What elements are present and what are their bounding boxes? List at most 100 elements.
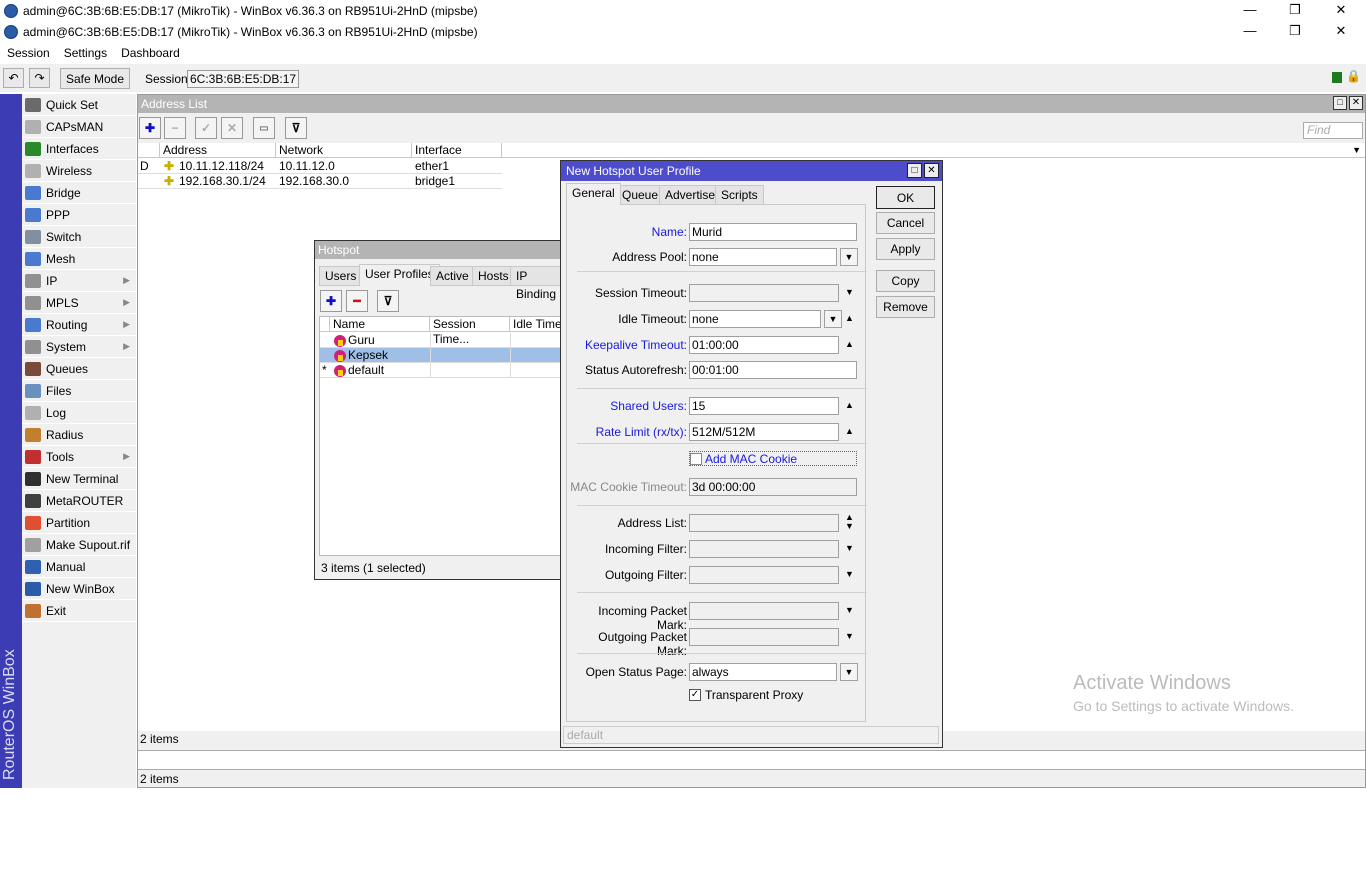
sidebar-item-bridge[interactable]: Bridge — [22, 182, 136, 204]
tab-scripts[interactable]: Scripts — [715, 185, 764, 205]
close-icon[interactable]: ✕ — [924, 163, 939, 178]
column-session-timeout[interactable]: Session Time... — [430, 317, 510, 346]
apply-button[interactable]: Apply — [876, 238, 935, 260]
cancel-button[interactable]: Cancel — [876, 212, 935, 234]
shared-users-input[interactable]: 15 — [689, 397, 839, 415]
column-idle-timeout[interactable]: Idle Timeo — [510, 317, 566, 332]
sidebar-item-interfaces[interactable]: Interfaces — [22, 138, 136, 160]
tab-ip-binding[interactable]: IP Binding — [510, 266, 565, 301]
undo-button[interactable]: ↶ — [3, 68, 24, 88]
table-row[interactable]: ✚ 192.168.30.1/24 192.168.30.0 bridge1 — [138, 174, 502, 189]
restore-icon[interactable]: ❐ — [1285, 23, 1305, 39]
ok-button[interactable]: OK — [876, 186, 935, 209]
sidebar-item-mesh[interactable]: Mesh — [22, 248, 136, 270]
column-name[interactable]: Name — [330, 317, 430, 332]
sidebar-item-system[interactable]: System ▶ — [22, 336, 136, 358]
outgoing-packet-mark-input[interactable] — [689, 628, 839, 646]
safe-mode-button[interactable]: Safe Mode — [60, 68, 130, 89]
idle-timeout-input[interactable]: none — [689, 310, 821, 328]
name-input[interactable]: Murid — [689, 223, 857, 241]
expand-arrow-icon[interactable]: ▼ — [845, 543, 854, 553]
sidebar-item-exit[interactable]: Exit — [22, 600, 136, 622]
tab-queue[interactable]: Queue — [616, 185, 665, 205]
remove-button[interactable]: ━ — [346, 290, 368, 312]
sidebar-item-log[interactable]: Log — [22, 402, 136, 424]
table-row[interactable]: Kepsek — [320, 348, 566, 363]
close-icon[interactable]: ✕ — [1349, 96, 1363, 110]
remove-button[interactable]: − — [164, 117, 186, 139]
sidebar-item-radius[interactable]: Radius — [22, 424, 136, 446]
sidebar-item-make-supout-rif[interactable]: Make Supout.rif — [22, 534, 136, 556]
column-address[interactable]: Address — [160, 143, 276, 158]
sidebar-item-routing[interactable]: Routing ▶ — [22, 314, 136, 336]
collapse-arrow-icon[interactable]: ▲ — [845, 426, 854, 436]
open-status-page-input[interactable]: always — [689, 663, 837, 681]
tab-hosts[interactable]: Hosts — [472, 266, 515, 286]
sidebar-item-ip[interactable]: IP ▶ — [22, 270, 136, 292]
enable-button[interactable]: ✓ — [195, 117, 217, 139]
sidebar-item-partition[interactable]: Partition — [22, 512, 136, 534]
filter-button[interactable]: ⊽ — [377, 290, 399, 312]
close-icon[interactable]: ✕ — [1331, 23, 1351, 39]
menu-dashboard[interactable]: Dashboard — [121, 46, 180, 60]
address-pool-input[interactable]: none — [689, 248, 837, 266]
sidebar-item-manual[interactable]: Manual — [22, 556, 136, 578]
sidebar-item-switch[interactable]: Switch — [22, 226, 136, 248]
sidebar-item-new-terminal[interactable]: New Terminal — [22, 468, 136, 490]
table-row[interactable]: Guru — [320, 333, 566, 348]
sidebar-item-queues[interactable]: Queues — [22, 358, 136, 380]
incoming-packet-mark-input[interactable] — [689, 602, 839, 620]
collapse-arrow-icon[interactable]: ▲ — [845, 339, 854, 349]
sidebar-item-ppp[interactable]: PPP — [22, 204, 136, 226]
menu-session[interactable]: Session — [7, 46, 50, 60]
close-icon[interactable]: ✕ — [1331, 2, 1351, 18]
collapse-arrow-icon[interactable]: ▲ — [845, 400, 854, 410]
minimize-icon[interactable]: — — [1240, 23, 1260, 38]
tab-general[interactable]: General — [566, 183, 621, 205]
table-row[interactable]: D ✚ 10.11.12.118/24 10.11.12.0 ether1 — [138, 159, 502, 174]
comment-button[interactable]: ▭ — [253, 117, 275, 139]
session-timeout-input[interactable] — [689, 284, 839, 302]
sidebar-item-mpls[interactable]: MPLS ▶ — [22, 292, 136, 314]
redo-button[interactable]: ↷ — [29, 68, 50, 88]
maximize-icon[interactable]: □ — [907, 163, 922, 178]
maximize-icon[interactable]: □ — [1333, 96, 1347, 110]
menu-settings[interactable]: Settings — [64, 46, 107, 60]
tab-advertise[interactable]: Advertise — [659, 185, 722, 205]
tab-users[interactable]: Users — [319, 266, 363, 286]
restore-icon[interactable]: ❐ — [1285, 2, 1305, 18]
dropdown-button-icon[interactable]: ▼ — [824, 310, 842, 328]
sidebar-item-tools[interactable]: Tools ▶ — [22, 446, 136, 468]
copy-button[interactable]: Copy — [876, 270, 935, 292]
add-button[interactable]: ✚ — [139, 117, 161, 139]
address-list-input[interactable] — [689, 514, 839, 532]
find-input[interactable]: Find — [1303, 122, 1363, 139]
sidebar-item-wireless[interactable]: Wireless — [22, 160, 136, 182]
column-menu-icon[interactable]: ▼ — [1352, 143, 1361, 158]
disable-button[interactable]: ✕ — [221, 117, 243, 139]
keepalive-timeout-input[interactable]: 01:00:00 — [689, 336, 839, 354]
mac-cookie-timeout-input[interactable]: 3d 00:00:00 — [689, 478, 857, 496]
dropdown-button-icon[interactable]: ▼ — [840, 248, 858, 266]
status-autorefresh-input[interactable]: 00:01:00 — [689, 361, 857, 379]
tab-user-profiles[interactable]: User Profiles — [359, 264, 440, 286]
sidebar-item-quick-set[interactable]: Quick Set — [22, 94, 136, 116]
updown-arrow-icon[interactable]: ▲ ▼ — [845, 513, 854, 531]
add-mac-cookie-checkbox[interactable]: Add MAC Cookie — [689, 451, 857, 466]
column-network[interactable]: Network — [276, 143, 412, 158]
tab-active[interactable]: Active — [430, 266, 475, 286]
expand-arrow-icon[interactable]: ▼ — [845, 569, 854, 579]
filter-button[interactable]: ⊽ — [285, 117, 307, 139]
add-button[interactable]: ✚ — [320, 290, 342, 312]
sidebar-item-capsman[interactable]: CAPsMAN — [22, 116, 136, 138]
table-row[interactable]: * default — [320, 363, 566, 378]
column-interface[interactable]: Interface — [412, 143, 502, 158]
transparent-proxy-checkbox[interactable]: ✓ Transparent Proxy — [689, 688, 857, 703]
sidebar-item-metarouter[interactable]: MetaROUTER — [22, 490, 136, 512]
expand-arrow-icon[interactable]: ▼ — [845, 631, 854, 641]
minimize-icon[interactable]: — — [1240, 2, 1260, 17]
expand-arrow-icon[interactable]: ▼ — [845, 605, 854, 615]
rate-limit-input[interactable]: 512M/512M — [689, 423, 839, 441]
incoming-filter-input[interactable] — [689, 540, 839, 558]
expand-arrow-icon[interactable]: ▼ — [845, 287, 854, 297]
